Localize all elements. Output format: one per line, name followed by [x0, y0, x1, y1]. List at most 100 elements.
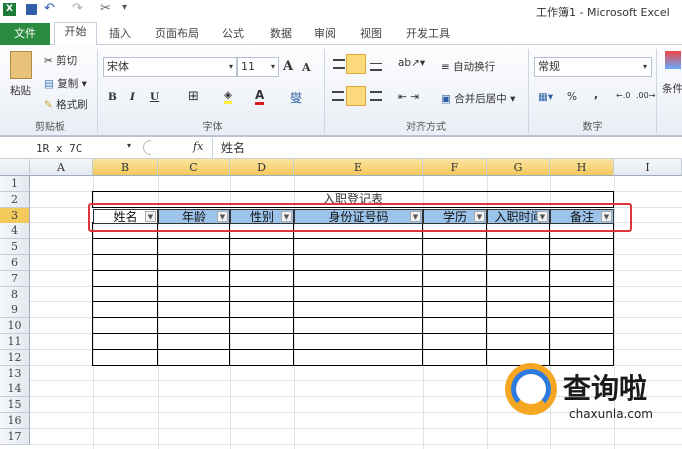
table-cell[interactable]: [229, 269, 294, 287]
table-cell[interactable]: [92, 317, 158, 334]
table-cell[interactable]: [157, 238, 230, 255]
font-color-icon[interactable]: A: [255, 88, 265, 105]
table-cell[interactable]: [229, 254, 294, 271]
column-header-A[interactable]: A: [30, 159, 93, 176]
accounting-format-icon[interactable]: ▦▾: [538, 91, 553, 103]
insert-function-icon[interactable]: fx: [193, 140, 203, 153]
table-cell[interactable]: [157, 317, 230, 334]
select-all-corner[interactable]: [0, 159, 30, 176]
table-cell[interactable]: [549, 301, 614, 319]
table-cell[interactable]: [229, 238, 294, 255]
align-right-icon[interactable]: [370, 91, 382, 101]
row-header-9[interactable]: 9: [0, 302, 30, 319]
name-box-dropdown-icon[interactable]: ▾: [127, 141, 131, 150]
row-header-17[interactable]: 17: [0, 428, 30, 445]
table-cell[interactable]: [229, 317, 294, 334]
table-cell[interactable]: [92, 238, 158, 255]
table-cell[interactable]: [293, 301, 423, 319]
comma-button[interactable]: ,: [594, 89, 598, 101]
table-cell[interactable]: [229, 333, 294, 350]
bold-button[interactable]: B: [108, 91, 117, 103]
table-cell[interactable]: [422, 333, 487, 350]
table-cell[interactable]: [92, 254, 158, 271]
grow-font-icon[interactable]: A: [283, 59, 293, 74]
table-cell[interactable]: [157, 254, 230, 271]
table-cell[interactable]: [486, 254, 550, 271]
shrink-font-icon[interactable]: A: [302, 61, 311, 74]
table-cell[interactable]: [229, 285, 294, 303]
row-header-2[interactable]: 2: [0, 191, 30, 208]
align-center-icon[interactable]: [346, 86, 366, 106]
name-box[interactable]: 1R x 7C: [0, 140, 125, 157]
table-cell[interactable]: [549, 285, 614, 303]
conditional-format-icon[interactable]: [665, 51, 681, 69]
table-cell[interactable]: [486, 317, 550, 334]
row-header-6[interactable]: 6: [0, 255, 30, 271]
column-header-F[interactable]: F: [423, 159, 487, 176]
customize-tool-icon[interactable]: ✂: [100, 1, 111, 16]
column-header-I[interactable]: I: [614, 159, 682, 176]
formula-input[interactable]: 姓名: [212, 138, 682, 158]
table-cell[interactable]: [92, 269, 158, 287]
decrease-decimal-icon[interactable]: .00→: [636, 91, 655, 100]
row-header-7[interactable]: 7: [0, 270, 30, 287]
table-cell[interactable]: [486, 269, 550, 287]
font-size-select[interactable]: 11 ▾: [237, 57, 279, 77]
tab-home[interactable]: 开始: [54, 22, 97, 46]
tab-page-layout[interactable]: 页面布局: [148, 25, 206, 45]
table-cell[interactable]: [293, 269, 423, 287]
orientation-icon[interactable]: ab↗▾: [398, 57, 425, 69]
table-cell[interactable]: [229, 348, 294, 366]
table-cell[interactable]: [92, 285, 158, 303]
table-cell[interactable]: [422, 269, 487, 287]
format-painter-button[interactable]: ✎ 格式刷: [44, 97, 88, 112]
table-cell[interactable]: [549, 254, 614, 271]
table-cell[interactable]: [157, 301, 230, 319]
row-header-10[interactable]: 10: [0, 318, 30, 335]
row-header-14[interactable]: 14: [0, 381, 30, 398]
table-cell[interactable]: [486, 333, 550, 350]
tab-file[interactable]: 文件: [0, 23, 50, 45]
column-header-E[interactable]: E: [294, 159, 423, 176]
row-header-16[interactable]: 16: [0, 413, 30, 429]
increase-decimal-icon[interactable]: ←.0: [616, 91, 630, 100]
table-cell[interactable]: [293, 254, 423, 271]
table-cell[interactable]: [293, 348, 423, 366]
column-header-G[interactable]: G: [487, 159, 550, 176]
copy-button[interactable]: ▤ 复制 ▾: [44, 76, 87, 91]
conditional-format-button[interactable]: 条件: [662, 81, 682, 96]
row-header-15[interactable]: 15: [0, 397, 30, 414]
row-header-8[interactable]: 8: [0, 286, 30, 303]
indent-icons[interactable]: ⇤ ⇥: [398, 91, 419, 103]
fill-color-icon[interactable]: ◈: [224, 89, 233, 104]
table-cell[interactable]: [549, 238, 614, 255]
row-header-1[interactable]: 1: [0, 176, 30, 192]
align-top-icon[interactable]: [333, 59, 345, 69]
paste-icon[interactable]: [10, 51, 32, 79]
table-cell[interactable]: [293, 238, 423, 255]
font-name-select[interactable]: 宋体 ▾: [103, 57, 237, 77]
row-header-5[interactable]: 5: [0, 239, 30, 256]
table-cell[interactable]: [422, 238, 487, 255]
row-header-13[interactable]: 13: [0, 365, 30, 382]
borders-icon[interactable]: ⊞: [188, 89, 199, 104]
row-header-3[interactable]: 3: [0, 207, 30, 224]
tab-insert[interactable]: 插入: [102, 25, 138, 45]
table-cell[interactable]: [229, 301, 294, 319]
table-cell[interactable]: [422, 254, 487, 271]
table-cell[interactable]: [157, 348, 230, 366]
column-header-D[interactable]: D: [230, 159, 294, 176]
row-header-12[interactable]: 12: [0, 349, 30, 366]
tab-view[interactable]: 视图: [352, 25, 390, 45]
column-header-H[interactable]: H: [550, 159, 614, 176]
table-cell[interactable]: [422, 285, 487, 303]
italic-button[interactable]: I: [130, 91, 135, 103]
table-cell[interactable]: [92, 348, 158, 366]
qat-dropdown-icon[interactable]: ▾: [122, 2, 127, 13]
table-cell[interactable]: [92, 333, 158, 350]
table-cell[interactable]: [293, 333, 423, 350]
table-cell[interactable]: [92, 301, 158, 319]
table-cell[interactable]: [157, 333, 230, 350]
align-left-icon[interactable]: [332, 91, 344, 101]
table-cell[interactable]: [422, 301, 487, 319]
